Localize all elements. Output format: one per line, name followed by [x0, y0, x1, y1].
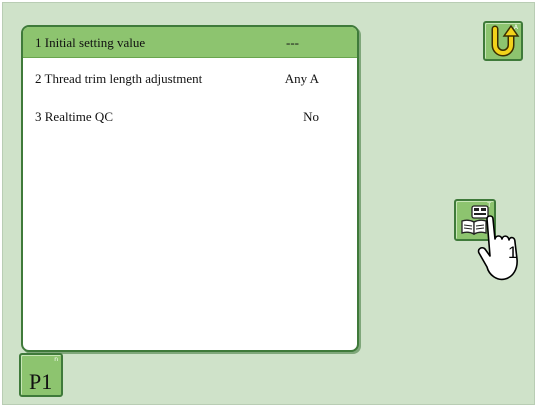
settings-row[interactable]: 3 Realtime QC No	[23, 101, 357, 131]
back-button[interactable]: A	[483, 21, 523, 61]
settings-row-value: Any A	[284, 71, 319, 86]
manual-button-corner-mark: T	[487, 202, 491, 209]
page-p1-button[interactable]: P1 n	[19, 353, 63, 397]
settings-row-value: ---	[286, 35, 299, 50]
settings-row[interactable]: 2 Thread trim length adjustment Any A	[23, 63, 357, 93]
settings-row-label: 1 Initial setting value	[35, 35, 146, 50]
back-button-corner-mark: A	[513, 24, 518, 31]
page-button-corner-mark: n	[54, 356, 58, 363]
pointer-callout-number: 1	[508, 243, 518, 262]
screen-background: 1 Initial setting value --- 2 Thread tri…	[2, 2, 535, 405]
settings-list-panel: 1 Initial setting value --- 2 Thread tri…	[21, 25, 359, 352]
pointing-hand-icon	[477, 215, 518, 281]
settings-row[interactable]: 1 Initial setting value ---	[23, 27, 357, 58]
settings-row-label: 3 Realtime QC	[35, 109, 113, 124]
page-button-label: P1	[29, 369, 53, 394]
settings-row-value: No	[303, 109, 319, 124]
settings-row-label: 2 Thread trim length adjustment	[35, 71, 203, 86]
